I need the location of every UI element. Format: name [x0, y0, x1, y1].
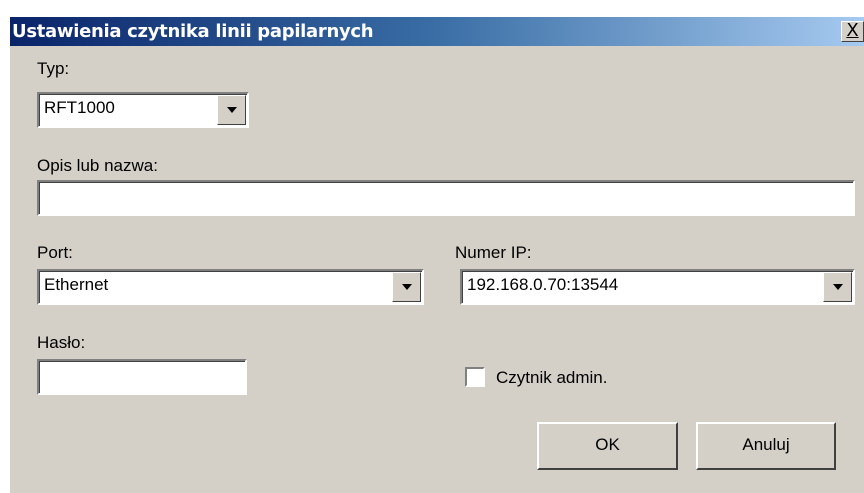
ip-select[interactable]: 192.168.0.70:13544: [460, 269, 855, 305]
admin-reader-checkbox[interactable]: [465, 367, 485, 387]
chevron-down-icon: [227, 107, 237, 113]
description-label: Opis lub nazwa:: [37, 156, 158, 175]
type-dropdown-button[interactable]: [217, 95, 246, 125]
ip-label: Numer IP:: [455, 243, 532, 262]
type-select-value: RFT1000: [44, 98, 115, 117]
ip-select-value: 192.168.0.70:13544: [467, 275, 619, 294]
port-select[interactable]: Ethernet: [37, 269, 424, 305]
port-select-value: Ethernet: [44, 275, 109, 294]
ok-button[interactable]: OK: [537, 422, 678, 470]
cancel-button-label: Anuluj: [742, 435, 790, 454]
title-bar[interactable]: Ustawienia czytnika linii papilarnych X: [10, 17, 864, 46]
close-icon: X: [846, 20, 859, 41]
description-input[interactable]: [37, 180, 855, 216]
type-label: Typ:: [37, 59, 70, 78]
chevron-down-icon: [833, 284, 843, 290]
ip-dropdown-button[interactable]: [823, 272, 852, 302]
password-label: Hasło:: [37, 333, 86, 352]
close-button[interactable]: X: [841, 21, 864, 42]
admin-reader-label[interactable]: Czytnik admin.: [496, 368, 607, 388]
window-title: Ustawienia czytnika linii papilarnych: [12, 21, 374, 42]
password-input[interactable]: [37, 359, 247, 395]
port-label: Port:: [37, 243, 73, 262]
fingerprint-reader-settings-dialog: Ustawienia czytnika linii papilarnych X …: [10, 17, 864, 493]
type-select[interactable]: RFT1000: [37, 92, 249, 128]
ok-button-label: OK: [595, 435, 620, 454]
port-dropdown-button[interactable]: [392, 272, 421, 302]
chevron-down-icon: [402, 284, 412, 290]
cancel-button[interactable]: Anuluj: [696, 422, 836, 470]
